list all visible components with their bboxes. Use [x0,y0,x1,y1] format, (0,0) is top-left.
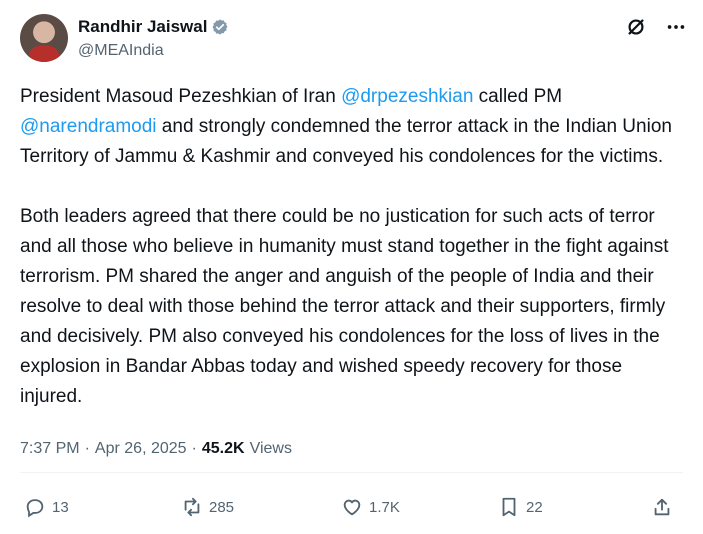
bookmark-count: 22 [526,498,543,516]
meta-separator: · [191,440,197,457]
avatar[interactable] [20,14,68,62]
post-text-p2: Both leaders agreed that there could be … [20,206,669,407]
repost-icon [184,497,200,517]
post-actions: 13 285 1.7K 22 [24,496,684,526]
share-button[interactable] [651,496,673,518]
repost-count: 285 [209,498,235,516]
heart-icon [343,499,361,516]
views-label: Views [249,440,292,457]
user-handle[interactable]: @MEAIndia [78,42,164,60]
bookmark-icon [502,497,516,517]
post-date[interactable]: Apr 26, 2025 [95,440,187,458]
post-text-p1-prefix: President Masoud Pezeshkian of Iran [20,86,342,107]
post-text: President Masoud Pezeshkian of Iran @drp… [20,82,688,412]
post-meta: 7:37 PM · Apr 26, 2025 · 45.2K Views [20,440,292,458]
mention-drpezeshkian[interactable]: @drpezeshkian [341,86,473,107]
share-icon [654,498,670,516]
bookmark-button[interactable]: 22 [498,496,543,518]
verified-badge-icon [211,18,229,36]
post-time[interactable]: 7:37 PM [20,440,80,458]
mention-narendramodi[interactable]: @narendramodi [20,116,157,137]
reply-count: 13 [52,498,69,516]
views-count: 45.2K [201,440,245,457]
post-top-actions [625,16,687,38]
reply-button[interactable]: 13 [24,496,69,518]
post-text-p1-middle: called PM [473,86,563,107]
grok-icon[interactable] [625,16,647,38]
reply-icon [26,499,44,518]
repost-button[interactable]: 285 [181,496,234,518]
like-count: 1.7K [369,498,400,516]
more-icon[interactable] [665,16,687,38]
like-button[interactable]: 1.7K [341,496,400,518]
meta-separator: · [84,440,90,457]
divider [20,472,683,473]
author-name-row: Randhir Jaiswal [78,17,229,37]
display-name[interactable]: Randhir Jaiswal [78,17,207,37]
